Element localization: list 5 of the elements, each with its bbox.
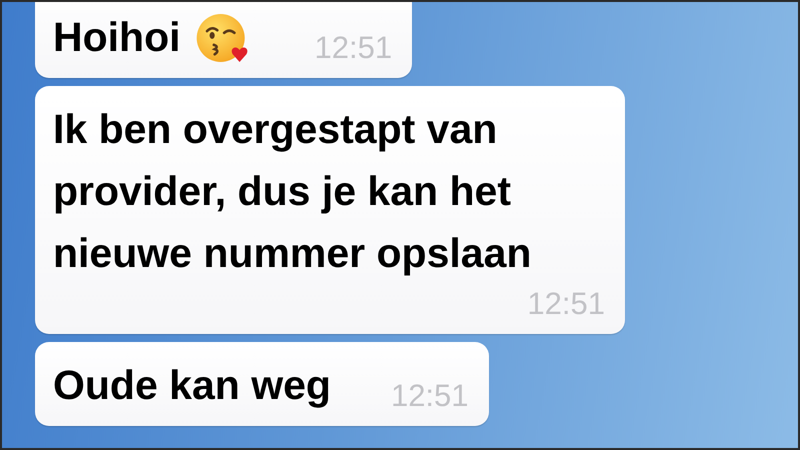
message-time: 12:51 bbox=[314, 29, 392, 67]
message-text: Ik ben overgestapt van provider, dus je kan het nieuwe nummer opslaan bbox=[53, 105, 532, 278]
message-time: 12:51 bbox=[390, 377, 469, 415]
message-text: Hoihoi bbox=[53, 13, 181, 62]
message-text: Oude kan weg bbox=[53, 361, 331, 410]
